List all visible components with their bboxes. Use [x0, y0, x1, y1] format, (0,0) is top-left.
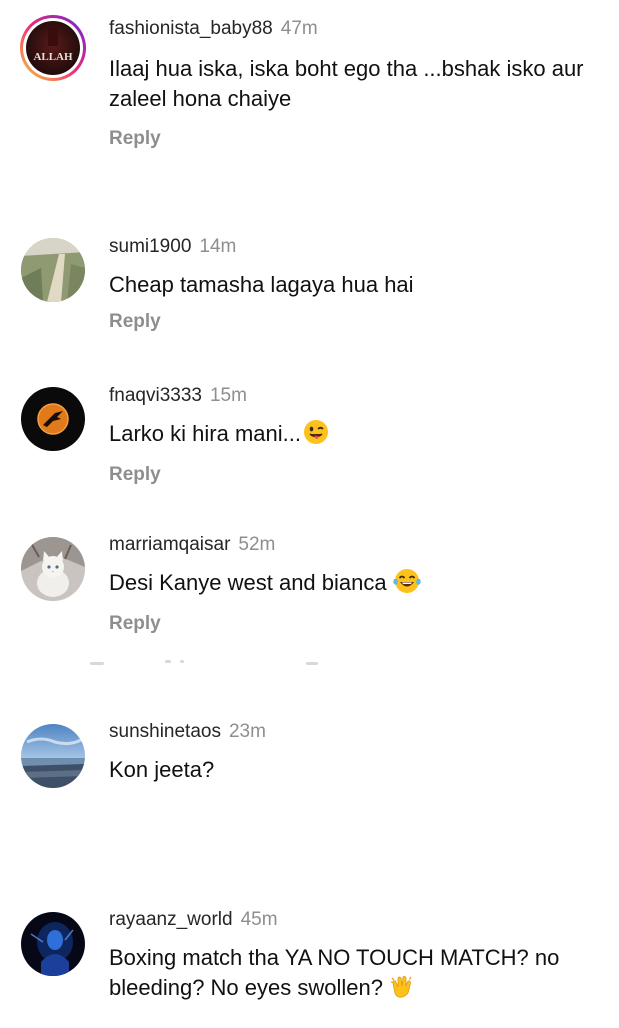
comment-text: Boxing match tha YA NO TOUCH MATCH? no b…: [109, 945, 560, 1000]
comment-text: Larko ki hira mani...: [109, 421, 301, 446]
comment-time: 23m: [228, 721, 266, 742]
reply-button-partial[interactable]: [109, 1020, 149, 1028]
comment-time: 52m: [238, 534, 276, 555]
comment-username[interactable]: fashionista_baby88: [109, 18, 273, 39]
avatar[interactable]: [21, 238, 85, 302]
path-landscape-avatar-icon: [21, 238, 85, 302]
reply-button[interactable]: Reply: [109, 127, 599, 151]
avatar[interactable]: [21, 724, 85, 788]
avatar-text: ALLAH: [33, 51, 73, 63]
tears-of-joy-face-icon: [392, 568, 421, 602]
divider: [306, 662, 318, 665]
divider: [180, 660, 184, 663]
comment-username[interactable]: marriamqaisar: [109, 534, 230, 555]
comment-text: Kon jeeta?: [109, 757, 215, 782]
winking-tongue-face-icon: [303, 419, 329, 453]
divider: [90, 662, 104, 665]
comment-text: Ilaaj hua iska, iska boht ego tha ...bsh…: [109, 56, 584, 111]
comment-time: 47m: [280, 18, 318, 39]
comment-time: 45m: [240, 909, 278, 930]
comment-text: Cheap tamasha lagaya hua hai: [109, 272, 414, 297]
allah-calligraphy-avatar-icon: ALLAH: [20, 15, 86, 81]
reply-button[interactable]: Reply: [109, 463, 599, 487]
avatar[interactable]: [21, 537, 85, 601]
sky-coastline-avatar-icon: [21, 724, 85, 788]
reply-button[interactable]: Reply: [109, 310, 599, 334]
comment-username[interactable]: sunshinetaos: [109, 721, 221, 742]
white-kitten-avatar-icon: [21, 537, 85, 601]
clapping-hands-icon: [389, 973, 415, 1007]
reply-button[interactable]: Reply: [109, 612, 599, 636]
comment-username[interactable]: fnaqvi3333: [109, 385, 202, 406]
comment-time: 15m: [209, 385, 247, 406]
comment-text: Desi Kanye west and bianca: [109, 570, 387, 595]
divider: [165, 660, 171, 663]
avatar[interactable]: [21, 387, 85, 451]
avatar-story-ring[interactable]: ALLAH: [19, 14, 87, 82]
blue-glow-figure-avatar-icon: [21, 912, 85, 976]
comment-username[interactable]: rayaanz_world: [109, 909, 233, 930]
comment-username[interactable]: sumi1900: [109, 236, 191, 257]
comment-time: 14m: [199, 236, 237, 257]
avatar[interactable]: [21, 912, 85, 976]
orange-circle-eagle-avatar-icon: [21, 387, 85, 451]
